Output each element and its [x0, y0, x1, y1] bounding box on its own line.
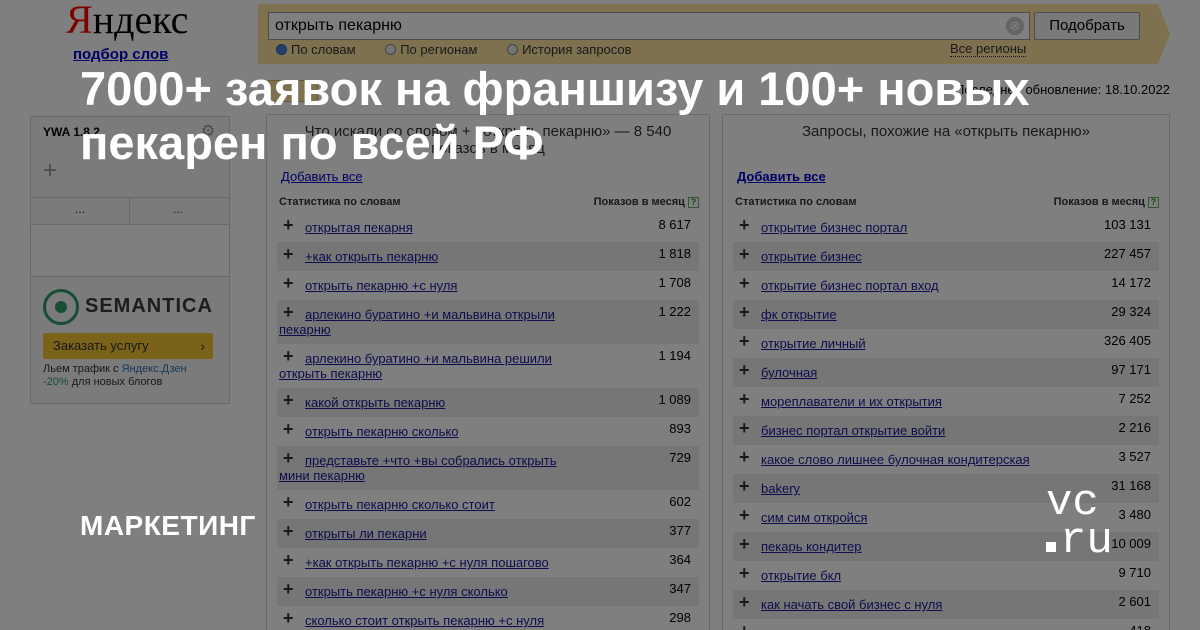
dot-icon: [1046, 542, 1056, 552]
vc-ru-logo[interactable]: vc ru: [1046, 481, 1113, 563]
category-tag[interactable]: МАРКЕТИНГ: [80, 510, 256, 542]
headline: 7000+ заявок на франшизу и 100+ новых пе…: [80, 62, 1030, 169]
